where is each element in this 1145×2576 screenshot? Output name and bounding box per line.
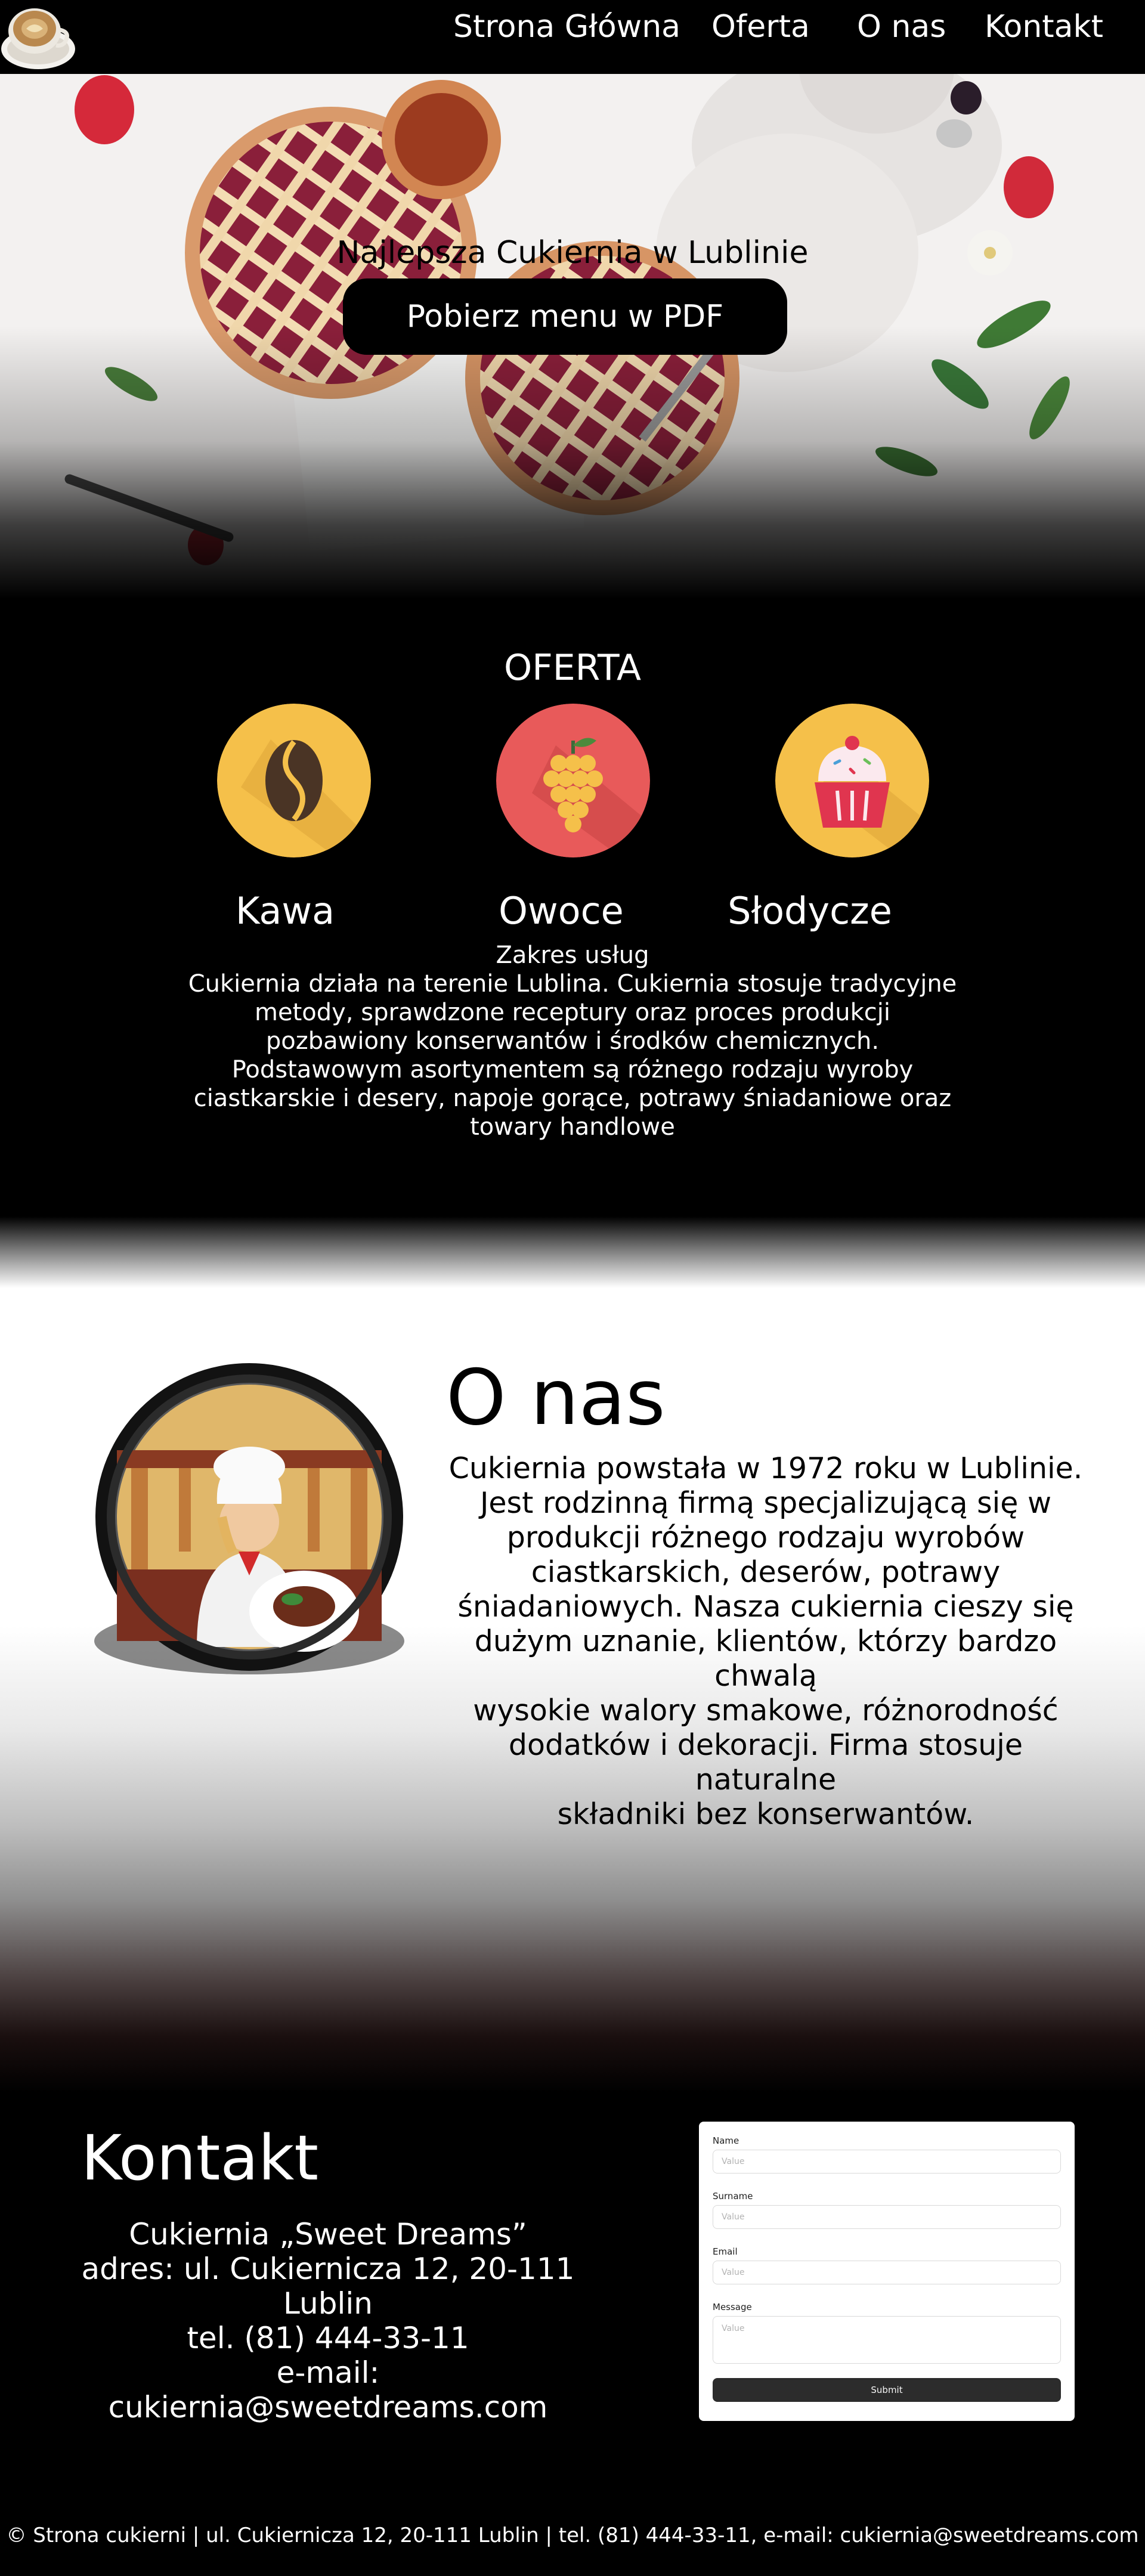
top-navbar: Strona Główna Oferta O nas Kontakt	[0, 0, 1145, 74]
about-description: Cukiernia powstała w 1972 roku w Lublini…	[440, 1451, 1091, 1832]
services-text-line: towary handlowe	[470, 1113, 675, 1141]
offer-title: OFERTA	[503, 647, 641, 689]
download-menu-pdf-button[interactable]: Pobierz menu w PDF	[343, 278, 787, 355]
grapes-icon	[496, 704, 650, 857]
contact-email: e-mail: cukiernia@sweetdreams.com	[108, 2355, 548, 2425]
services-text-line: metody, sprawdzone receptury oraz proces…	[255, 999, 890, 1026]
services-heading: Zakres usług	[496, 942, 649, 969]
submit-button[interactable]: Submit	[713, 2378, 1061, 2402]
about-text-line: produkcji różnego rodzaju wyrobów	[506, 1521, 1025, 1555]
company-name: Cukiernia „Sweet Dreams”	[129, 2217, 527, 2252]
about-text-line: dodatków i dekoracji. Firma stosuje natu…	[508, 1728, 1023, 1797]
about-text-line: Jest rodzinną firmą specjalizującą się w	[479, 1486, 1052, 1520]
chef-round-icon	[89, 1361, 409, 1680]
footer-text: © Strona cukierni | ul. Cukiernicza 12, …	[6, 2524, 1139, 2547]
category-label-fruit: Owoce	[499, 889, 624, 933]
contact-form: Name Value Surname Value Email Value Mes…	[699, 2122, 1075, 2421]
services-text-line: Podstawowym asortymentem są różnego rodz…	[231, 1056, 914, 1083]
about-text-line: ciastkarskich, deserów, potrawy	[531, 1555, 1001, 1589]
email-label: Email	[713, 2246, 738, 2257]
category-label-sweets: Słodycze	[728, 889, 892, 933]
about-text-line: składniki bez konserwantów.	[557, 1797, 974, 1831]
hero-title: Najlepsza Cukiernia w Lublinie	[336, 235, 809, 271]
email-input[interactable]: Value	[713, 2261, 1061, 2284]
about-text-line: dużym uznanie, klientów, którzy bardzo c…	[474, 1624, 1057, 1693]
nav-item-home[interactable]: Strona Główna	[453, 6, 680, 48]
services-description: Zakres usług Cukiernia działa na terenie…	[179, 941, 966, 1141]
message-label: Message	[713, 2302, 752, 2312]
services-text-line: pozbawiony konserwantów i środków chemic…	[265, 1027, 880, 1055]
contact-section: Kontakt Cukiernia „Sweet Dreams” adres: …	[0, 2093, 1145, 2576]
coffee-bean-icon	[217, 704, 371, 857]
about-section: O nas Cukiernia powstała w 1972 roku w L…	[0, 1288, 1145, 2093]
services-text-line: Cukiernia działa na terenie Lublina. Cuk…	[188, 970, 957, 998]
about-title: O nas	[446, 1354, 666, 1442]
nav-item-about[interactable]: O nas	[857, 6, 946, 48]
offer-section: OFERTA Kawa Owoce Słodycze Zakres usług …	[0, 599, 1145, 1216]
nav-item-offer[interactable]: Oferta	[711, 6, 810, 48]
message-textarea[interactable]: Value	[713, 2316, 1061, 2364]
contact-address: adres: ul. Cukiernicza 12, 20-111 Lublin	[81, 2252, 575, 2321]
about-text-line: śniadaniowych. Nasza cukiernia cieszy si…	[457, 1590, 1074, 1624]
contact-phone: tel. (81) 444-33-11	[187, 2321, 469, 2355]
page: Strona Główna Oferta O nas Kontakt Najle…	[0, 0, 1145, 2576]
category-label-coffee: Kawa	[235, 889, 335, 933]
about-text-line: Cukiernia powstała w 1972 roku w Lublini…	[448, 1451, 1083, 1485]
name-label: Name	[713, 2135, 739, 2146]
hero-section: Najlepsza Cukiernia w Lublinie Pobierz m…	[0, 74, 1145, 599]
contact-title: Kontakt	[81, 2122, 319, 2194]
section-fade	[0, 1216, 1145, 1288]
nav-item-contact[interactable]: Kontakt	[985, 6, 1103, 48]
surname-label: Surname	[713, 2191, 753, 2202]
cupcake-icon	[775, 704, 929, 857]
surname-input[interactable]: Value	[713, 2205, 1061, 2229]
about-text-line: wysokie walory smakowe, różnorodność	[473, 1693, 1059, 1727]
services-text-line: ciastkarskie i desery, napoje gorące, po…	[193, 1085, 952, 1112]
coffee-cup-logo[interactable]	[0, 2, 76, 72]
contact-info: Cukiernia „Sweet Dreams” adres: ul. Cuki…	[54, 2217, 602, 2425]
name-input[interactable]: Value	[713, 2150, 1061, 2174]
